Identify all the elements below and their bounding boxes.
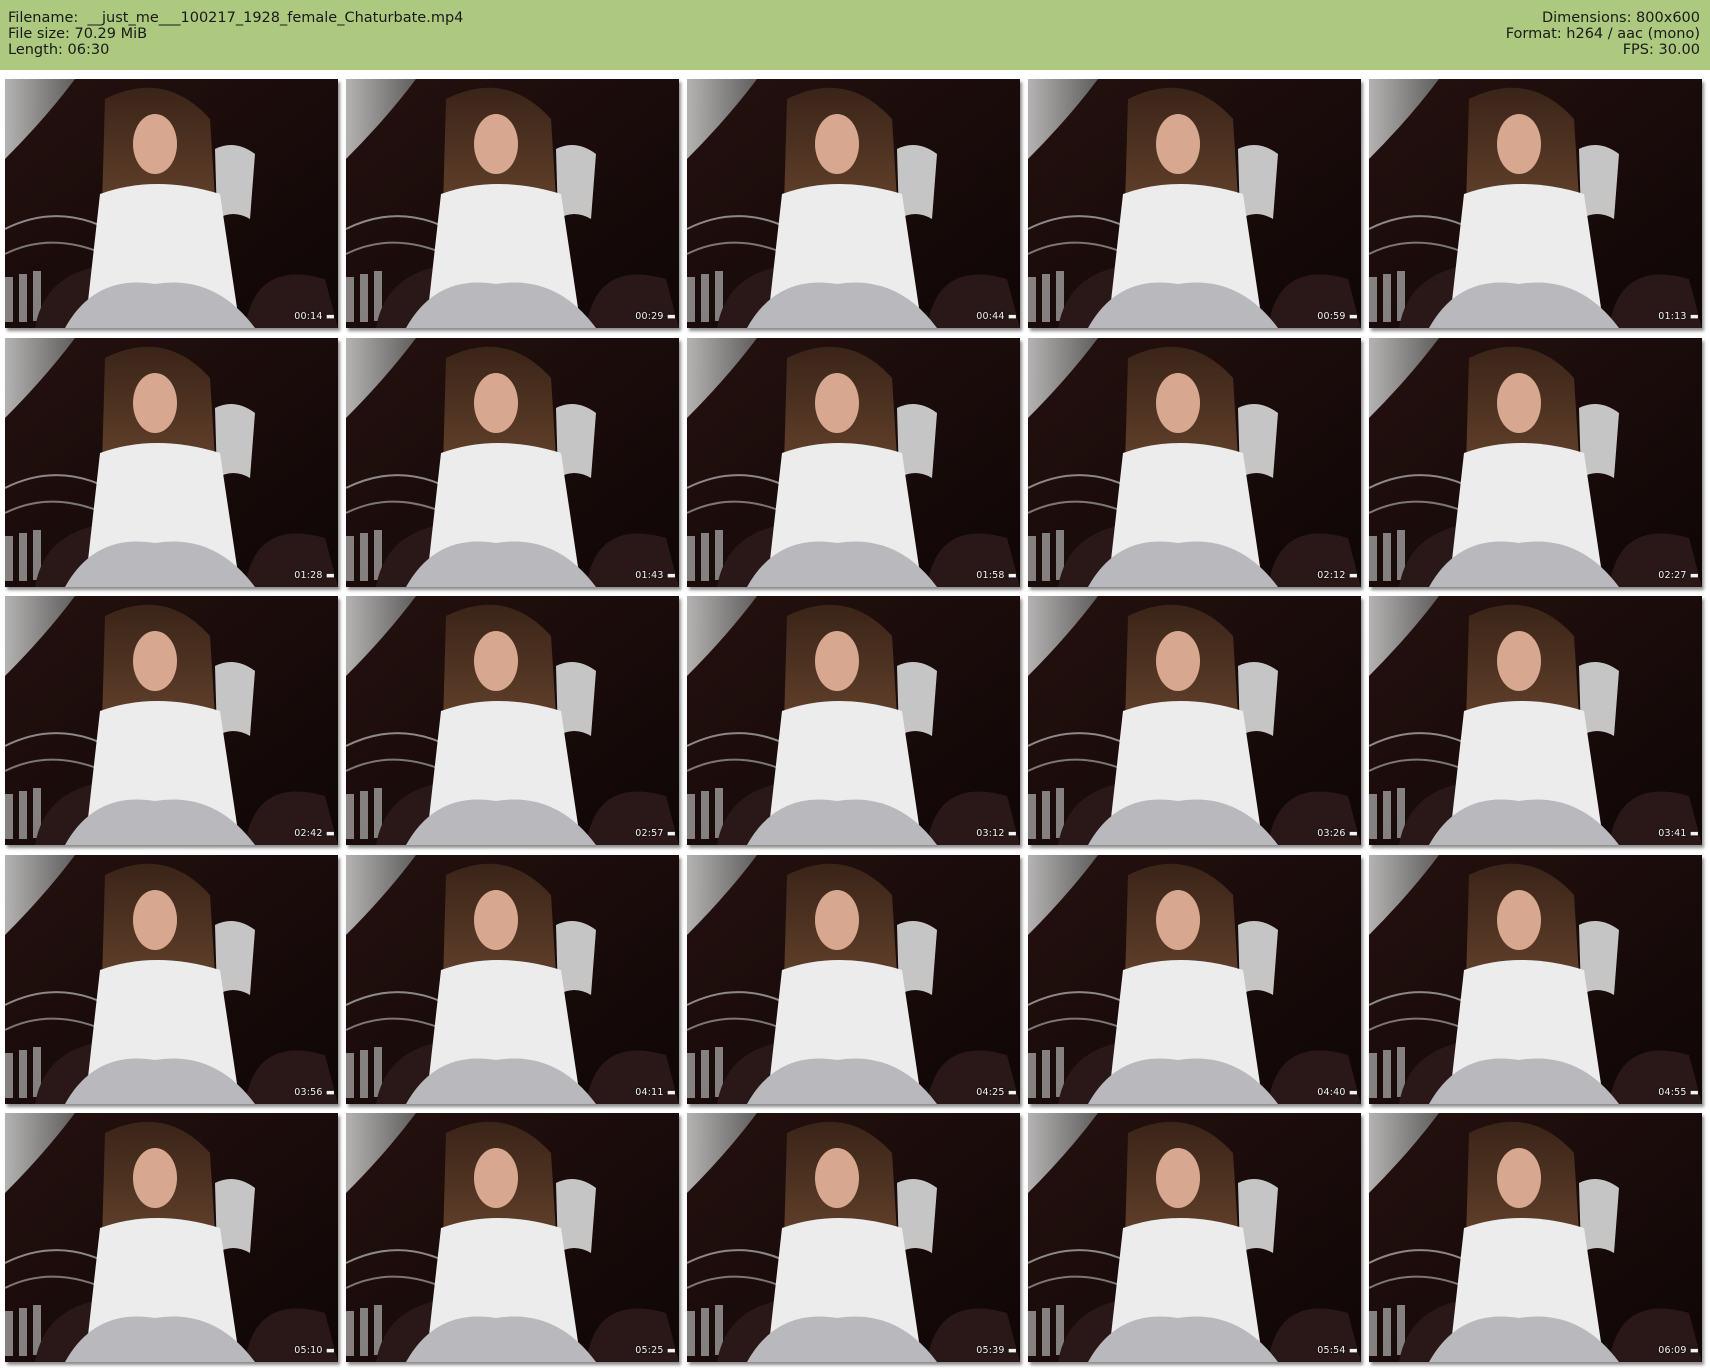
info-header: Filename: __just_me___100217_1928_female… xyxy=(0,0,1710,70)
video-frame-image xyxy=(1028,79,1361,328)
thumbnail-frame: 01:58 ▬ xyxy=(687,338,1020,587)
thumbnail-frame: 06:09 ▬ xyxy=(1369,1113,1702,1362)
timestamp-label: 01:13 ▬ xyxy=(1658,311,1699,322)
thumbnail-frame: 02:57 ▬ xyxy=(346,596,679,845)
thumbnail-frame: 02:12 ▬ xyxy=(1028,338,1361,587)
timestamp-label: 02:42 ▬ xyxy=(294,828,335,839)
thumbnail-frame: 05:25 ▬ xyxy=(346,1113,679,1362)
filename-text: Filename: __just_me___100217_1928_female… xyxy=(8,10,464,26)
video-frame-image xyxy=(1369,338,1702,587)
timestamp-label: 04:40 ▬ xyxy=(1317,1087,1358,1098)
format-text: Format: h264 / aac (mono) xyxy=(1505,26,1700,42)
video-frame-image xyxy=(687,855,1020,1104)
timestamp-label: 03:56 ▬ xyxy=(294,1087,335,1098)
dimensions-text: Dimensions: 800x600 xyxy=(1541,10,1700,26)
timestamp-label: 05:39 ▬ xyxy=(976,1345,1017,1356)
thumbnail-frame: 05:39 ▬ xyxy=(687,1113,1020,1362)
timestamp-label: 04:25 ▬ xyxy=(976,1087,1017,1098)
video-frame-image xyxy=(1369,1113,1702,1362)
timestamp-label: 01:43 ▬ xyxy=(635,570,676,581)
thumbnail-frame: 00:14 ▬ xyxy=(5,79,338,328)
video-frame-image xyxy=(1028,855,1361,1104)
thumbnail-frame: 03:26 ▬ xyxy=(1028,596,1361,845)
thumbnail-frame: 03:56 ▬ xyxy=(5,855,338,1104)
thumbnail-frame: 02:42 ▬ xyxy=(5,596,338,845)
video-frame-image xyxy=(687,1113,1020,1362)
thumbnail-frame: 03:41 ▬ xyxy=(1369,596,1702,845)
video-frame-image xyxy=(1369,596,1702,845)
video-frame-image xyxy=(1028,338,1361,587)
video-frame-image xyxy=(687,596,1020,845)
video-frame-image xyxy=(5,338,338,587)
video-frame-image xyxy=(1028,596,1361,845)
timestamp-label: 02:12 ▬ xyxy=(1317,570,1358,581)
filesize-text: File size: 70.29 MiB xyxy=(8,26,148,42)
video-frame-image xyxy=(346,1113,679,1362)
video-frame-image xyxy=(1028,1113,1361,1362)
thumbnail-frame: 04:55 ▬ xyxy=(1369,855,1702,1104)
video-frame-image xyxy=(346,79,679,328)
timestamp-label: 05:54 ▬ xyxy=(1317,1345,1358,1356)
thumbnail-frame: 05:10 ▬ xyxy=(5,1113,338,1362)
video-frame-image xyxy=(5,596,338,845)
thumbnail-grid: 00:14 ▬ 00:29 ▬ 00:44 ▬ 00:59 ▬ 01:13 ▬ … xyxy=(5,79,1705,1365)
video-frame-image xyxy=(1369,855,1702,1104)
thumbnail-frame: 04:40 ▬ xyxy=(1028,855,1361,1104)
thumbnail-frame: 01:43 ▬ xyxy=(346,338,679,587)
timestamp-label: 00:29 ▬ xyxy=(635,311,676,322)
video-frame-image xyxy=(346,855,679,1104)
timestamp-label: 05:25 ▬ xyxy=(635,1345,676,1356)
timestamp-label: 06:09 ▬ xyxy=(1658,1345,1699,1356)
timestamp-label: 03:41 ▬ xyxy=(1658,828,1699,839)
timestamp-label: 00:44 ▬ xyxy=(976,311,1017,322)
thumbnail-frame: 04:11 ▬ xyxy=(346,855,679,1104)
video-frame-image xyxy=(346,596,679,845)
thumbnail-frame: 01:13 ▬ xyxy=(1369,79,1702,328)
timestamp-label: 00:59 ▬ xyxy=(1317,311,1358,322)
timestamp-label: 03:12 ▬ xyxy=(976,828,1017,839)
file-info-left: Filename: __just_me___100217_1928_female… xyxy=(8,10,463,58)
timestamp-label: 04:55 ▬ xyxy=(1658,1087,1699,1098)
video-frame-image xyxy=(1369,79,1702,328)
video-frame-image xyxy=(687,79,1020,328)
timestamp-label: 00:14 ▬ xyxy=(294,311,335,322)
thumbnail-frame: 00:59 ▬ xyxy=(1028,79,1361,328)
thumbnail-frame: 03:12 ▬ xyxy=(687,596,1020,845)
video-frame-image xyxy=(346,338,679,587)
timestamp-label: 01:28 ▬ xyxy=(294,570,335,581)
timestamp-label: 05:10 ▬ xyxy=(294,1345,335,1356)
thumbnail-frame: 04:25 ▬ xyxy=(687,855,1020,1104)
thumbnail-frame: 02:27 ▬ xyxy=(1369,338,1702,587)
timestamp-label: 04:11 ▬ xyxy=(635,1087,676,1098)
thumbnail-frame: 05:54 ▬ xyxy=(1028,1113,1361,1362)
thumbnail-frame: 01:28 ▬ xyxy=(5,338,338,587)
file-info-right: Dimensions: 800x600 Format: h264 / aac (… xyxy=(1506,10,1700,58)
length-text: Length: 06:30 xyxy=(8,42,110,58)
timestamp-label: 01:58 ▬ xyxy=(976,570,1017,581)
video-frame-image xyxy=(5,1113,338,1362)
fps-text: FPS: 30.00 xyxy=(1622,42,1700,58)
timestamp-label: 03:26 ▬ xyxy=(1317,828,1358,839)
video-frame-image xyxy=(5,855,338,1104)
thumbnail-frame: 00:29 ▬ xyxy=(346,79,679,328)
thumbnail-frame: 00:44 ▬ xyxy=(687,79,1020,328)
timestamp-label: 02:57 ▬ xyxy=(635,828,676,839)
video-frame-image xyxy=(687,338,1020,587)
video-frame-image xyxy=(5,79,338,328)
timestamp-label: 02:27 ▬ xyxy=(1658,570,1699,581)
